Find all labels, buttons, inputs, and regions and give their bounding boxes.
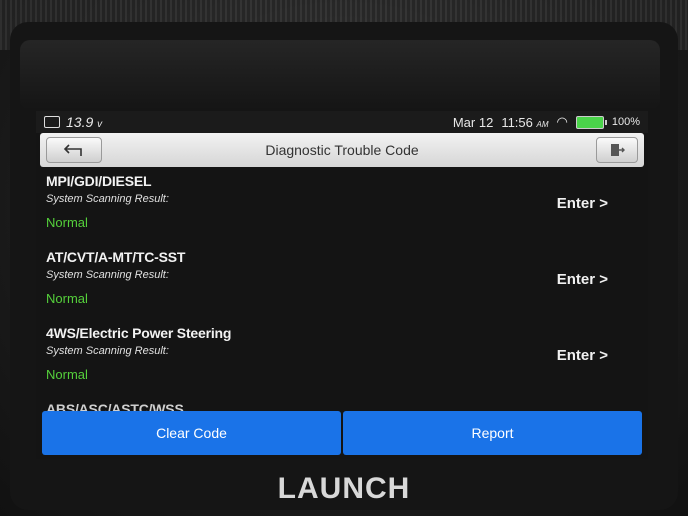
wifi-icon: ◠	[556, 114, 568, 129]
scan-status: Normal	[46, 291, 88, 306]
list-item[interactable]: AT/CVT/A-MT/TC-SST System Scanning Resul…	[36, 247, 648, 323]
device-photo: 13.9 v Mar 12 11:56 AM ◠ 100% Diagnostic…	[0, 0, 688, 516]
device-brand-logo: LAUNCH	[277, 472, 411, 505]
enter-button[interactable]: Enter >	[557, 271, 608, 288]
car-battery-icon	[44, 116, 60, 128]
list-item[interactable]: MPI/GDI/DIESEL System Scanning Result: N…	[36, 171, 648, 247]
scan-result-label: System Scanning Result:	[46, 269, 169, 281]
scan-status: Normal	[46, 215, 88, 230]
exit-button[interactable]	[596, 137, 638, 163]
clear-code-button[interactable]: Clear Code	[42, 411, 341, 455]
exit-icon	[611, 144, 625, 156]
status-date: Mar 12	[452, 114, 494, 130]
system-name: ABS/ASC/ASTC/WSS	[46, 401, 184, 411]
title-bar: Diagnostic Trouble Code	[40, 133, 644, 167]
enter-button[interactable]: Enter >	[557, 347, 608, 364]
battery-percent: 100%	[611, 116, 640, 128]
page-title: Diagnostic Trouble Code	[265, 142, 419, 158]
screen-glare	[20, 40, 660, 110]
list-item[interactable]: ABS/ASC/ASTC/WSS	[36, 399, 648, 411]
device-screen: 13.9 v Mar 12 11:56 AM ◠ 100% Diagnostic…	[36, 111, 648, 459]
action-bar: Clear Code Report	[42, 411, 642, 455]
system-name: 4WS/Electric Power Steering	[46, 325, 232, 341]
voltage-readout: 13.9 v	[66, 114, 103, 130]
status-bar: 13.9 v Mar 12 11:56 AM ◠ 100%	[36, 111, 648, 133]
scan-result-label: System Scanning Result:	[46, 345, 169, 357]
scan-status: Normal	[46, 367, 88, 382]
system-name: AT/CVT/A-MT/TC-SST	[46, 249, 186, 265]
report-button[interactable]: Report	[343, 411, 642, 455]
scan-result-label: System Scanning Result:	[46, 193, 169, 205]
system-list: MPI/GDI/DIESEL System Scanning Result: N…	[36, 171, 648, 411]
system-name: MPI/GDI/DIESEL	[46, 173, 152, 189]
status-time: 11:56 AM	[501, 114, 549, 130]
battery-icon	[575, 115, 607, 129]
enter-button[interactable]: Enter >	[557, 195, 608, 212]
list-item[interactable]: 4WS/Electric Power Steering System Scann…	[36, 323, 648, 399]
